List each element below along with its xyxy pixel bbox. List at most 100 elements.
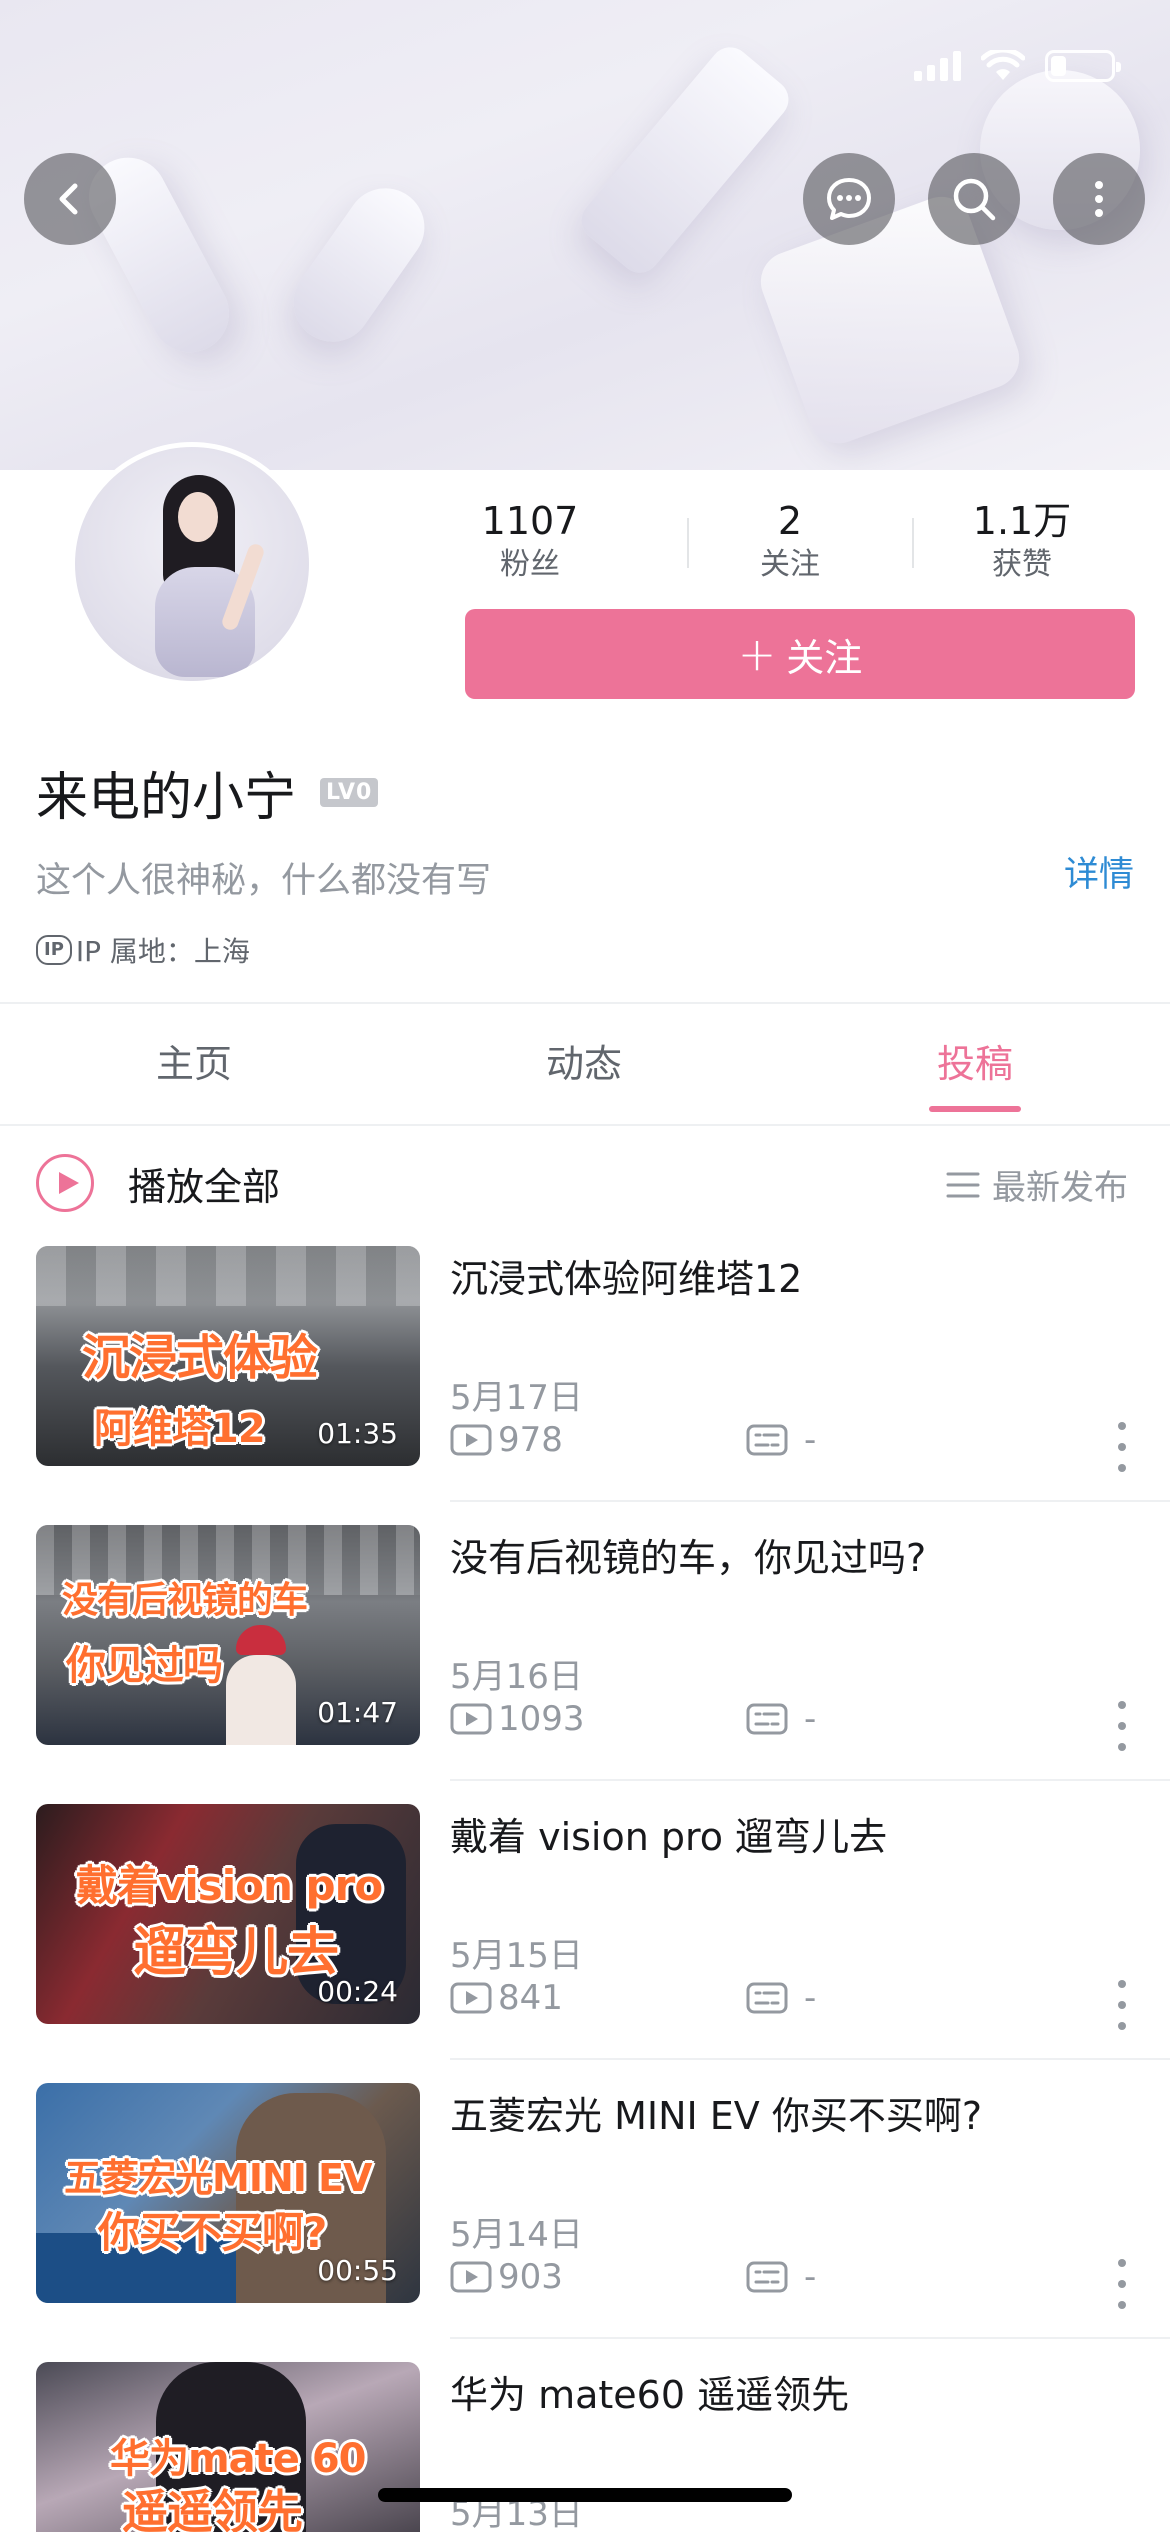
avatar[interactable] xyxy=(70,442,314,686)
video-duration: 00:55 xyxy=(317,2254,398,2287)
danmaku-icon xyxy=(746,1424,788,1456)
video-item[interactable]: 沉浸式体验 阿维塔12 01:35 沉浸式体验阿维塔12 5月17日 978 - xyxy=(0,1246,1170,1524)
thumbnail-caption: 遛弯儿去 xyxy=(134,1923,339,1983)
search-button[interactable] xyxy=(928,153,1020,245)
follow-label: 关注 xyxy=(786,635,863,680)
search-icon xyxy=(953,178,996,221)
more-vertical-icon[interactable] xyxy=(1108,1980,1136,2030)
chevron-left-icon xyxy=(59,183,78,215)
play-all-button[interactable]: 播放全部 xyxy=(36,1154,280,1212)
play-count-icon xyxy=(450,1424,492,1456)
video-thumbnail[interactable]: 戴着vision pro 遛弯儿去 00:24 xyxy=(36,1804,420,2024)
tab-dynamics[interactable]: 动态 xyxy=(464,1004,704,1124)
view-count: 841 xyxy=(498,1978,563,2018)
status-bar xyxy=(914,50,1121,82)
video-item[interactable]: 没有后视镜的车 你见过吗 01:47 没有后视镜的车，你见过吗? 5月16日 1… xyxy=(0,1525,1170,1803)
divider xyxy=(450,1779,1170,1781)
thumbnail-caption: 没有后视镜的车 xyxy=(62,1580,308,1621)
stat-label: 粉丝 xyxy=(500,547,560,582)
level-badge: LV0 xyxy=(320,778,379,807)
thumbnail-caption: 戴着vision pro xyxy=(76,1861,383,1910)
sort-button[interactable]: 最新发布 xyxy=(946,1160,1128,1209)
video-thumbnail[interactable]: 没有后视镜的车 你见过吗 01:47 xyxy=(36,1525,420,1745)
thumbnail-caption: 遥遥领先 xyxy=(122,2485,303,2532)
video-duration: 01:35 xyxy=(317,1417,398,1450)
ip-location: IP IP 属地：上海 xyxy=(36,930,250,970)
thumbnail-caption: 五菱宏光MINI EV xyxy=(64,2156,372,2200)
detail-link[interactable]: 详情 xyxy=(1064,846,1134,897)
thumbnail-caption: 你买不买啊? xyxy=(98,2208,327,2257)
stat-following[interactable]: 2 关注 xyxy=(700,498,880,586)
video-date: 5月17日 xyxy=(450,1378,583,1418)
video-thumbnail[interactable]: 华为mate 60 遥遥领先 xyxy=(36,2362,420,2532)
play-count-icon xyxy=(450,1982,492,2014)
danmaku-count: - xyxy=(804,1699,817,1739)
divider xyxy=(450,1500,1170,1502)
video-item[interactable]: 华为mate 60 遥遥领先 华为 mate60 遥遥领先 5月13日 xyxy=(0,2362,1170,2532)
tab-home[interactable]: 主页 xyxy=(74,1004,314,1124)
name-row: 来电的小宁 LV0 xyxy=(36,755,379,830)
banner-decoration xyxy=(573,39,797,281)
video-views: 841 xyxy=(450,1978,563,2018)
danmaku-count: - xyxy=(804,2257,817,2297)
danmaku-count: - xyxy=(804,1978,817,2018)
video-duration: 00:24 xyxy=(317,1975,398,2008)
video-title[interactable]: 华为 mate60 遥遥领先 xyxy=(450,2364,849,2419)
video-date: 5月16日 xyxy=(450,1657,583,1697)
video-danmaku: - xyxy=(746,1699,816,1739)
thumbnail-caption: 阿维塔12 xyxy=(94,1406,266,1452)
username: 来电的小宁 xyxy=(36,768,297,828)
message-button[interactable] xyxy=(803,153,895,245)
back-button[interactable] xyxy=(24,153,116,245)
stat-followers[interactable]: 1107 粉丝 xyxy=(440,498,620,586)
video-date: 5月14日 xyxy=(450,2215,583,2255)
divider xyxy=(450,2058,1170,2060)
play-circle-icon xyxy=(36,1154,94,1212)
play-all-label: 播放全部 xyxy=(128,1164,281,1209)
stat-value: 1107 xyxy=(481,499,579,543)
view-count: 903 xyxy=(498,2257,563,2297)
ip-location-text: IP 属地：上海 xyxy=(75,935,250,968)
video-views: 1093 xyxy=(450,1699,585,1739)
divider xyxy=(0,1124,1170,1126)
video-thumbnail[interactable]: 沉浸式体验 阿维塔12 01:35 xyxy=(36,1246,420,1466)
wifi-icon xyxy=(981,50,1025,80)
stat-label: 关注 xyxy=(760,547,820,582)
video-thumbnail[interactable]: 五菱宏光MINI EV 你买不买啊? 00:55 xyxy=(36,2083,420,2303)
video-title[interactable]: 戴着 vision pro 遛弯儿去 xyxy=(450,1806,887,1861)
video-item[interactable]: 戴着vision pro 遛弯儿去 00:24 戴着 vision pro 遛弯… xyxy=(0,1804,1170,2082)
play-count-icon xyxy=(450,2261,492,2293)
video-views: 903 xyxy=(450,2257,563,2297)
follow-button[interactable]: + 关注 xyxy=(465,609,1135,699)
video-danmaku: - xyxy=(746,1978,816,2018)
divider xyxy=(912,518,914,568)
more-vertical-icon[interactable] xyxy=(1108,1422,1136,1472)
battery-icon xyxy=(1045,50,1121,82)
video-danmaku: - xyxy=(746,2257,816,2297)
stat-likes: 1.1万 获赞 xyxy=(932,498,1112,586)
danmaku-icon xyxy=(746,1982,788,2014)
video-item[interactable]: 五菱宏光MINI EV 你买不买啊? 00:55 五菱宏光 MINI EV 你买… xyxy=(0,2083,1170,2361)
more-vertical-icon[interactable] xyxy=(1108,2259,1136,2309)
danmaku-icon xyxy=(746,1703,788,1735)
cellular-signal-icon xyxy=(914,51,961,81)
more-vertical-icon[interactable] xyxy=(1108,1701,1136,1751)
list-sort-icon xyxy=(946,1172,980,1197)
stat-label: 获赞 xyxy=(992,547,1052,582)
divider xyxy=(687,518,689,568)
banner-decoration xyxy=(278,173,440,357)
divider xyxy=(450,2337,1170,2339)
danmaku-count: - xyxy=(804,1420,817,1460)
home-indicator[interactable] xyxy=(378,2488,792,2502)
more-button[interactable] xyxy=(1053,153,1145,245)
video-title[interactable]: 沉浸式体验阿维塔12 xyxy=(450,1248,802,1303)
video-views: 978 xyxy=(450,1420,563,1460)
video-title[interactable]: 没有后视镜的车，你见过吗? xyxy=(450,1527,926,1582)
sort-label: 最新发布 xyxy=(992,1168,1128,1208)
chat-bubble-icon xyxy=(827,178,871,220)
more-vertical-icon xyxy=(1095,181,1103,217)
stat-value: 2 xyxy=(777,499,803,543)
thumbnail-caption: 沉浸式体验 xyxy=(82,1330,318,1386)
video-title[interactable]: 五菱宏光 MINI EV 你买不买啊? xyxy=(450,2085,982,2140)
play-count-icon xyxy=(450,1703,492,1735)
